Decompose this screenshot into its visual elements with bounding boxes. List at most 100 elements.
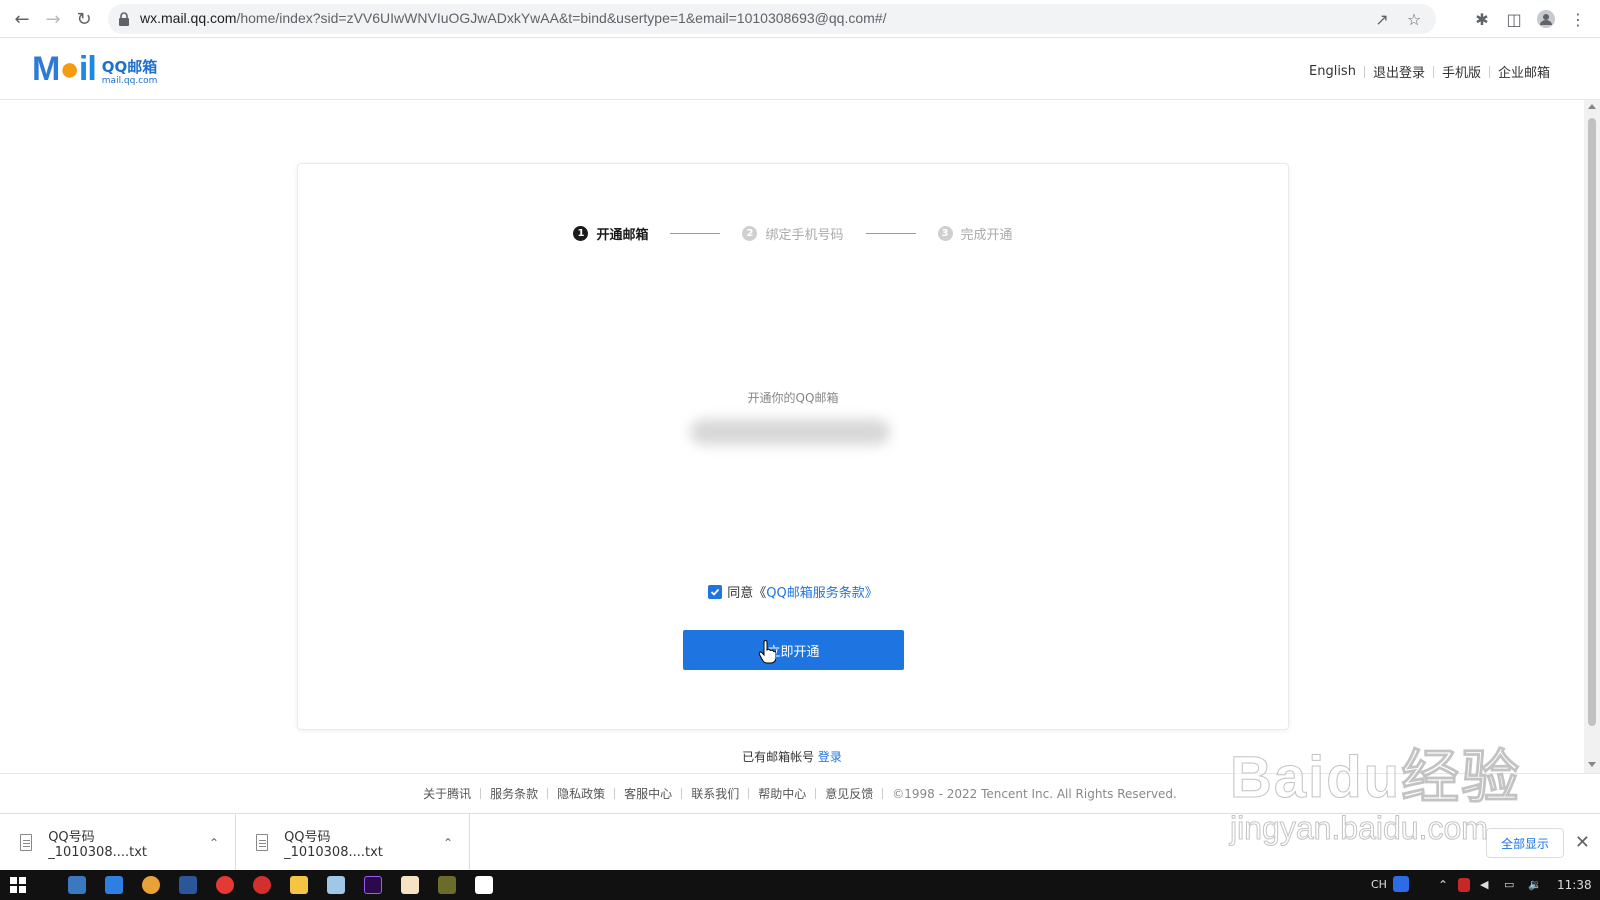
terms-prefix: 同意《: [727, 586, 767, 601]
terms-link[interactable]: QQ邮箱服务条款: [766, 582, 864, 601]
logo-brand: QQ邮箱: [101, 58, 158, 76]
url-path: /home/index?sid=zVV6UIwWNVIuOGJwADxkYwAA…: [236, 10, 887, 26]
address-bar[interactable]: wx.mail.qq.com/home/index?sid=zVV6UIwWNV…: [108, 4, 1436, 34]
download-filename: QQ号码_1010308....txt: [48, 829, 148, 860]
profile-icon[interactable]: [1534, 7, 1558, 31]
divider: [614, 788, 616, 799]
divider: [681, 788, 683, 799]
scrollbar[interactable]: [1584, 100, 1600, 773]
footer-link-privacy[interactable]: 隐私政策: [557, 785, 605, 802]
existing-account-row: 已有邮箱帐号 登录: [0, 748, 1584, 765]
footer: 关于腾讯 服务条款 隐私政策 客服中心 联系我们 帮助中心 意见反馈 ©1998…: [0, 773, 1600, 813]
logo-domain: mail.qq.com: [101, 76, 158, 86]
file-explorer-icon[interactable]: [290, 876, 308, 894]
checkmark-icon: [711, 588, 720, 596]
file-icon: [256, 834, 269, 851]
top-links: English 退出登录 手机版 企业邮箱: [1309, 62, 1550, 81]
menu-kebab-icon[interactable]: ⋮: [1566, 7, 1590, 31]
chevron-up-icon[interactable]: ⌃: [443, 836, 453, 850]
browser-toolbar: ← → ↻ wx.mail.qq.com/home/index?sid=zVV6…: [0, 0, 1600, 38]
has-account-text: 已有邮箱帐号: [742, 750, 815, 764]
scroll-down-icon[interactable]: [1588, 762, 1596, 767]
close-icon[interactable]: ✕: [1575, 832, 1590, 853]
mail-header: M●il QQ邮箱 mail.qq.com English 退出登录 手机版 企…: [0, 38, 1600, 100]
back-icon[interactable]: ←: [10, 7, 34, 31]
footer-link-about[interactable]: 关于腾讯: [423, 785, 471, 802]
word-icon[interactable]: [179, 876, 197, 894]
file-icon: [20, 834, 33, 851]
profile-avatar-icon: [1537, 10, 1555, 28]
volume-icon[interactable]: 🔉: [1528, 878, 1542, 891]
terms-checkbox[interactable]: [708, 584, 723, 599]
link-logout[interactable]: 退出登录: [1373, 62, 1425, 81]
scrollbar-thumb[interactable]: [1588, 118, 1596, 726]
chrome-icon[interactable]: [142, 876, 160, 894]
divider: [1432, 65, 1434, 78]
url-text: wx.mail.qq.com/home/index?sid=zVV6UIwWNV…: [140, 10, 886, 26]
step-connector: [670, 233, 721, 234]
ime-indicator[interactable]: CH: [1371, 878, 1387, 891]
divider: [882, 788, 884, 799]
tray-expand-icon[interactable]: ⌃: [1438, 878, 1448, 892]
reload-icon[interactable]: ↻: [72, 7, 96, 31]
footer-link-contact[interactable]: 联系我们: [691, 785, 739, 802]
divider: [815, 788, 817, 799]
tray-alert-icon[interactable]: ◀: [1480, 878, 1488, 891]
premiere-icon[interactable]: [364, 876, 382, 894]
step-connector: [865, 233, 916, 234]
footer-link-feedback[interactable]: 意见反馈: [825, 785, 873, 802]
login-link[interactable]: 登录: [818, 750, 842, 764]
outlook-icon[interactable]: [68, 876, 86, 894]
step-number: 1: [573, 226, 589, 241]
divider: [547, 788, 549, 799]
link-enterprise-mail[interactable]: 企业邮箱: [1498, 62, 1550, 81]
terms-suffix: 》: [864, 586, 878, 601]
app-photo-icon[interactable]: [401, 876, 419, 894]
logo-mail-word: M●il: [32, 50, 97, 88]
open-mailbox-label: 开通你的QQ邮箱: [747, 391, 839, 405]
download-filename: QQ号码_1010308....txt: [284, 829, 383, 860]
download-item[interactable]: QQ号码_1010308....txt ⌃: [236, 814, 470, 871]
step-number: 2: [742, 226, 758, 241]
step-1: 1 开通邮箱: [573, 224, 648, 243]
chevron-up-icon[interactable]: ⌃: [209, 836, 219, 850]
bookmark-star-icon[interactable]: ☆: [1404, 9, 1424, 29]
footer-link-support[interactable]: 客服中心: [624, 785, 672, 802]
download-item[interactable]: QQ号码_1010308....txt ⌃: [0, 814, 236, 871]
baidu-ime-icon[interactable]: [1393, 876, 1409, 892]
scroll-up-icon[interactable]: [1588, 104, 1596, 109]
footer-link-terms[interactable]: 服务条款: [490, 785, 538, 802]
netease-music-icon[interactable]: [253, 876, 271, 894]
os-taskbar: CH ⌃ ◀ ▭ 🔉 11:38: [0, 870, 1600, 900]
step-number: 3: [937, 226, 953, 241]
network-icon[interactable]: ▭: [1504, 878, 1514, 891]
divider: [1363, 65, 1365, 78]
capcut-icon[interactable]: [475, 876, 493, 894]
step-2: 2 绑定手机号码: [742, 224, 844, 243]
hand-cursor-icon: [758, 640, 776, 664]
notepad-icon[interactable]: [327, 876, 345, 894]
download-bar: QQ号码_1010308....txt ⌃ QQ号码_1010308....tx…: [0, 813, 1600, 871]
extensions-icon[interactable]: ✱: [1470, 7, 1494, 31]
step-3: 3 完成开通: [937, 224, 1013, 243]
divider: [1488, 65, 1490, 78]
step-label: 完成开通: [960, 228, 1013, 243]
tray-app-icon[interactable]: [1458, 878, 1470, 892]
show-all-downloads-button[interactable]: 全部显示: [1485, 828, 1564, 858]
windows-start-icon[interactable]: [9, 876, 27, 894]
copyright: ©1998 - 2022 Tencent Inc. All Rights Res…: [892, 786, 1177, 801]
logo[interactable]: M●il QQ邮箱 mail.qq.com: [32, 52, 157, 86]
side-panel-icon[interactable]: ◫: [1502, 7, 1526, 31]
activate-now-button[interactable]: 立即开通: [683, 630, 904, 670]
lock-icon: [119, 12, 129, 26]
clock[interactable]: 11:38: [1557, 878, 1592, 892]
app-red-icon[interactable]: [216, 876, 234, 894]
link-english[interactable]: English: [1309, 64, 1356, 79]
share-icon[interactable]: ↗: [1372, 9, 1392, 29]
footer-link-help[interactable]: 帮助中心: [758, 785, 806, 802]
app-clapper-icon[interactable]: [438, 876, 456, 894]
mail-app-icon[interactable]: [105, 876, 123, 894]
link-mobile[interactable]: 手机版: [1442, 62, 1481, 81]
terms-agreement: 同意《 QQ邮箱服务条款》: [298, 582, 1288, 601]
forward-icon[interactable]: →: [41, 7, 65, 31]
